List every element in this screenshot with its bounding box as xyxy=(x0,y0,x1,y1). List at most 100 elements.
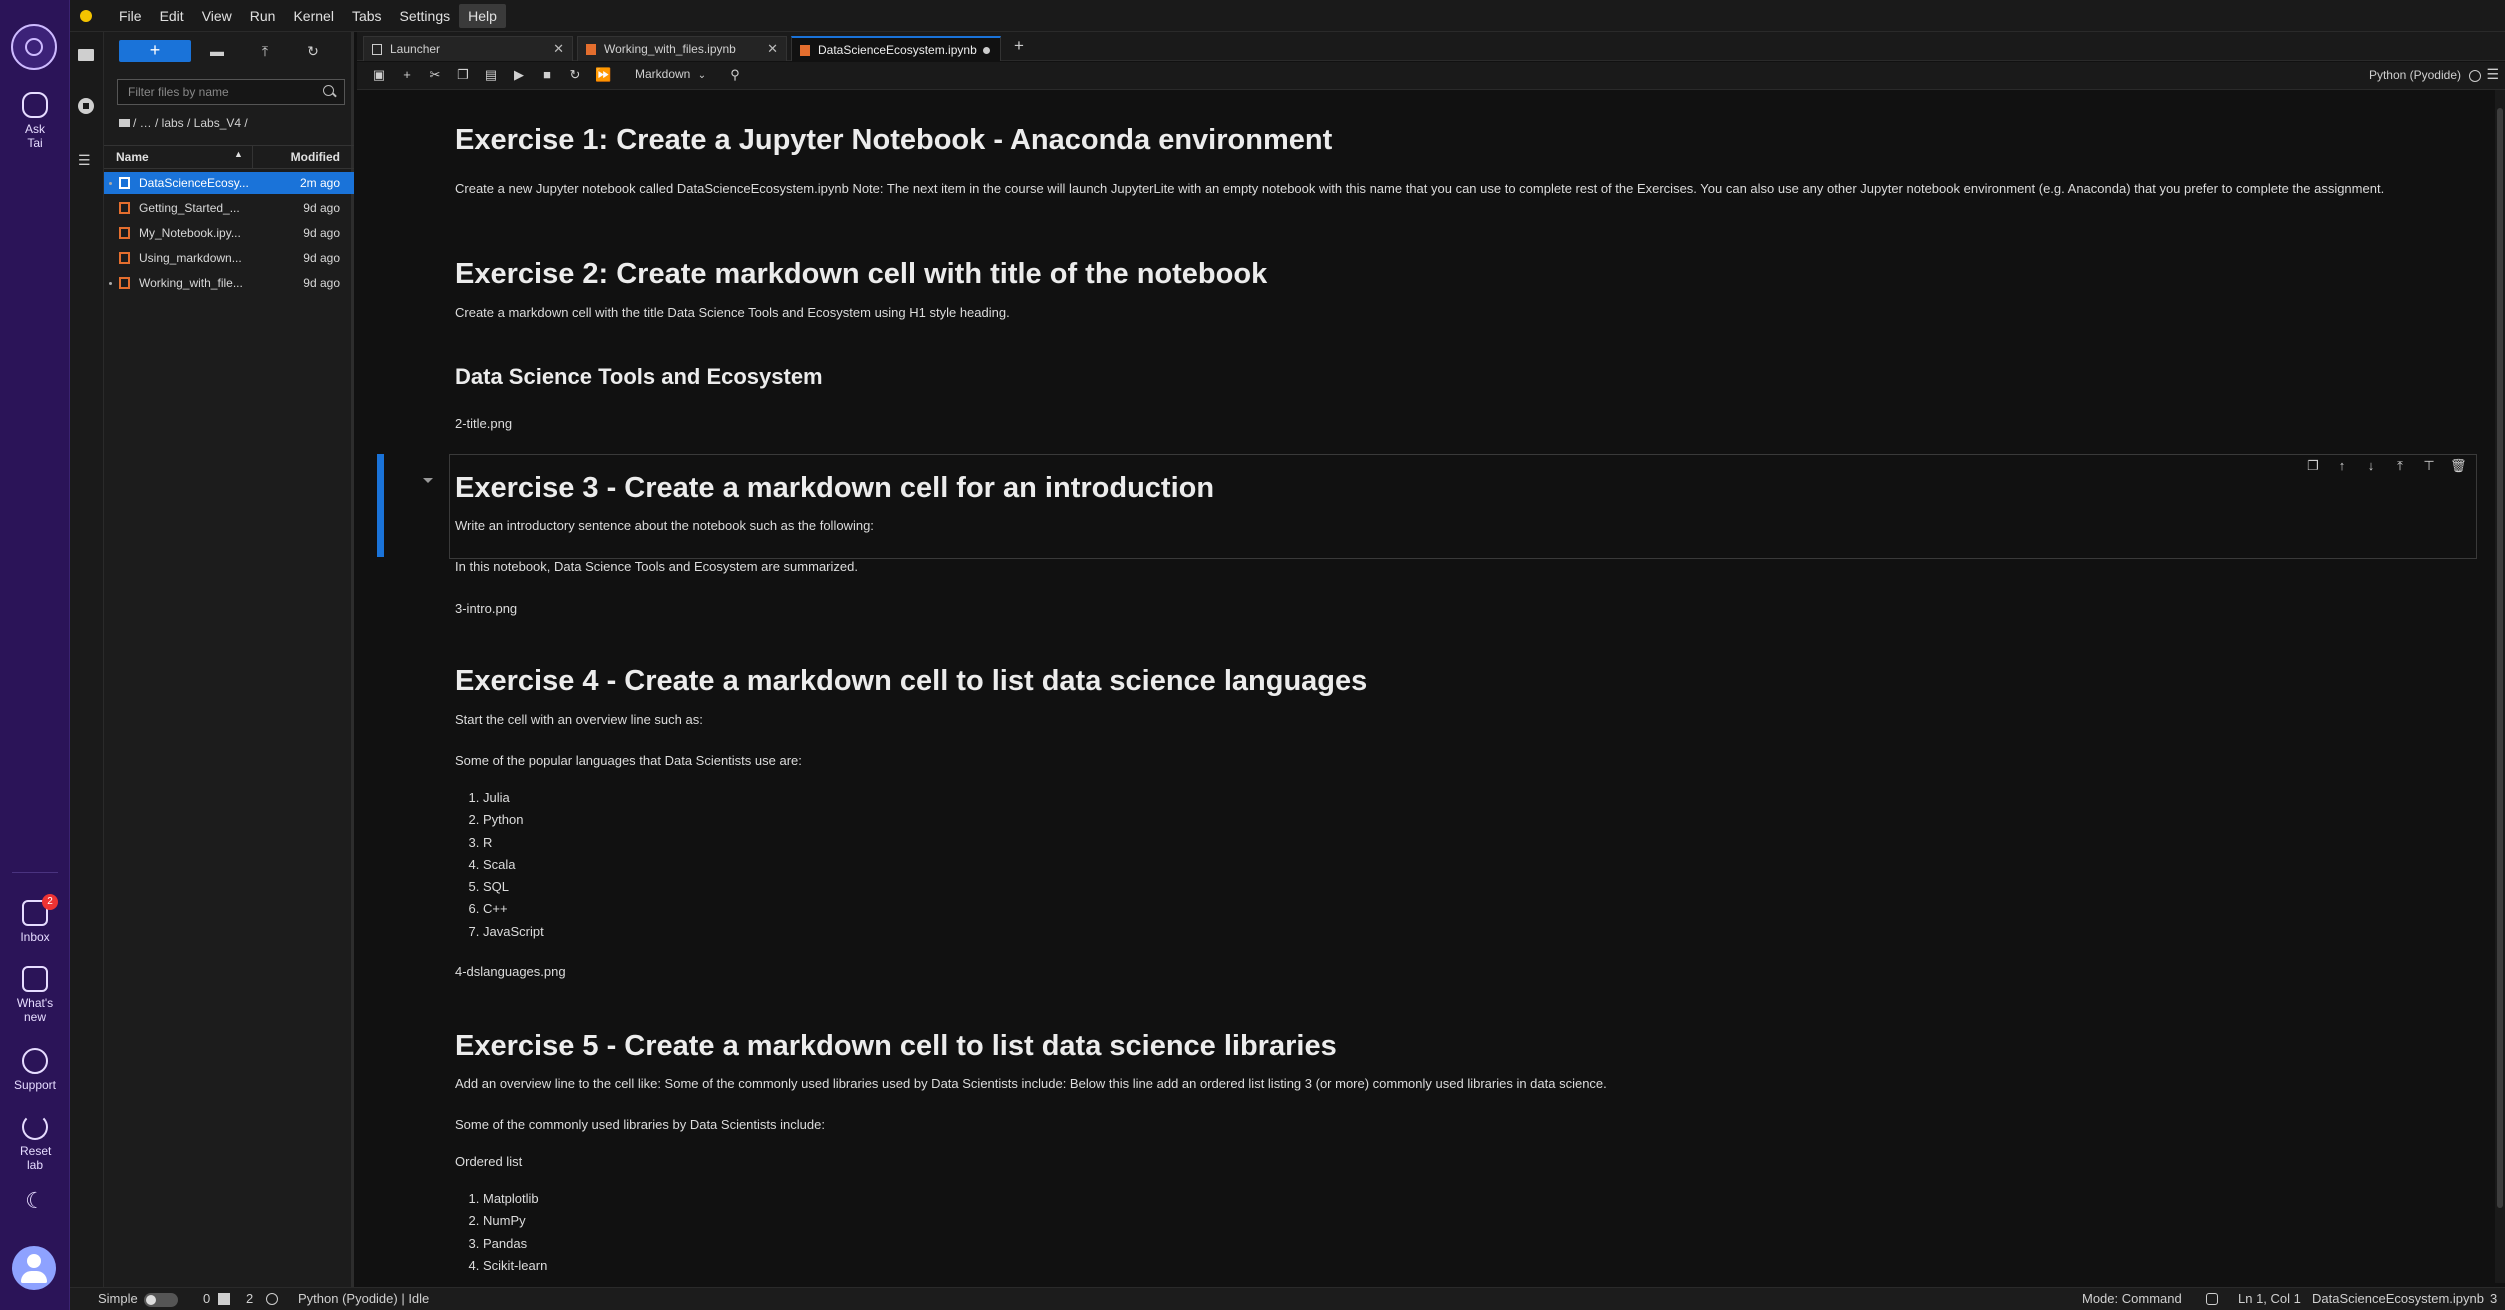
copy-icon[interactable]: ❐ xyxy=(455,67,471,83)
file-row[interactable]: DataScienceEcosy... 2m ago xyxy=(104,172,354,194)
moon-icon[interactable]: ☾ xyxy=(0,1190,70,1212)
upload-icon[interactable]: ⤒ xyxy=(254,40,276,62)
status-bar: Simple 0 2 Python (Pyodide) | Idle Mode:… xyxy=(70,1287,2505,1310)
file-row[interactable]: Getting_Started_... 9d ago xyxy=(104,197,354,219)
cell-type-select[interactable]: Markdown ⌄ xyxy=(635,67,706,81)
ex4-image-ref: 4-dslanguages.png xyxy=(455,964,566,979)
tab-label: DataScienceEcosystem.ipynb xyxy=(818,43,977,57)
column-divider xyxy=(252,146,253,168)
column-name[interactable]: Name xyxy=(116,150,149,164)
notebook-icon xyxy=(119,202,130,214)
unsaved-indicator-icon[interactable] xyxy=(983,47,990,54)
ex1-text: Create a new Jupyter notebook called Dat… xyxy=(455,181,2385,196)
run-icon[interactable]: ▶ xyxy=(511,67,527,83)
tab-datascience-ecosystem[interactable]: DataScienceEcosystem.ipynb xyxy=(791,36,1001,61)
menu-settings[interactable]: Settings xyxy=(391,4,460,28)
notebook-panel[interactable]: Exercise 1: Create a Jupyter Notebook - … xyxy=(357,90,2495,1283)
ex4-language-list: Julia Python R Scala SQL C++ JavaScript xyxy=(455,787,2475,943)
notification-count[interactable]: 3 xyxy=(2490,1288,2497,1310)
menu-view[interactable]: View xyxy=(193,4,241,28)
kernel-name[interactable]: Python (Pyodide) xyxy=(2369,68,2461,82)
file-row[interactable]: Working_with_file... 9d ago xyxy=(104,272,354,294)
reset-lab-button[interactable]: Reset lab xyxy=(0,1114,70,1172)
save-icon[interactable]: ▣ xyxy=(371,67,387,83)
ex4-line: Some of the popular languages that Data … xyxy=(455,753,802,768)
paste-icon[interactable]: ▤ xyxy=(483,67,499,83)
menu-file[interactable]: File xyxy=(110,4,151,28)
cell-type-value: Markdown xyxy=(635,67,691,81)
file-row[interactable]: My_Notebook.ipy... 9d ago xyxy=(104,222,354,244)
insert-cell-icon[interactable]: + xyxy=(399,67,415,83)
inbox-button[interactable]: 2 Inbox xyxy=(0,894,70,944)
terminal-count[interactable]: 0 xyxy=(203,1288,210,1310)
notebook-icon xyxy=(119,227,130,239)
menu-kernel[interactable]: Kernel xyxy=(284,4,342,28)
file-modified: 9d ago xyxy=(303,276,340,290)
ex2-text: Create a markdown cell with the title Da… xyxy=(455,305,1010,320)
cursor-position[interactable]: Ln 1, Col 1 xyxy=(2238,1288,2301,1310)
folder-icon[interactable] xyxy=(78,46,96,62)
pin-icon[interactable]: ⚲ xyxy=(727,67,743,83)
ex4-heading: Exercise 4 - Create a markdown cell to l… xyxy=(455,665,1368,697)
cut-icon[interactable]: ✂ xyxy=(427,67,443,83)
running-indicator xyxy=(109,182,112,185)
close-icon[interactable]: ✕ xyxy=(767,37,778,61)
menu-edit[interactable]: Edit xyxy=(151,4,193,28)
notebook-icon xyxy=(800,45,810,56)
restart-icon[interactable]: ↻ xyxy=(567,67,583,83)
kernel-count[interactable]: 2 xyxy=(246,1288,253,1310)
file-row[interactable]: Using_markdown... 9d ago xyxy=(104,247,354,269)
tab-working-with-files[interactable]: Working_with_files.ipynb ✕ xyxy=(577,36,787,61)
ex5-heading: Exercise 5 - Create a markdown cell to l… xyxy=(455,1030,1337,1062)
stop-icon[interactable]: ■ xyxy=(539,67,555,83)
support-button[interactable]: Support xyxy=(0,1048,70,1092)
close-icon[interactable]: ✕ xyxy=(553,37,564,61)
notebook-icon xyxy=(586,44,596,55)
kernel-status-text[interactable]: Python (Pyodide) | Idle xyxy=(298,1288,429,1310)
notebook-icon xyxy=(119,177,130,189)
new-launcher-button[interactable]: + xyxy=(119,40,191,62)
shield-icon[interactable] xyxy=(2206,1293,2218,1305)
menu-run[interactable]: Run xyxy=(241,4,285,28)
tab-bar: Launcher ✕ Working_with_files.ipynb ✕ Da… xyxy=(357,32,2505,61)
file-modified: 9d ago xyxy=(303,201,340,215)
menu-help[interactable]: Help xyxy=(459,3,506,28)
simple-mode-toggle[interactable] xyxy=(144,1293,178,1307)
whats-new-button[interactable]: What's new xyxy=(0,966,70,1024)
filter-placeholder: Filter files by name xyxy=(128,85,229,99)
whats-new-label: What's new xyxy=(16,996,54,1024)
jupyter-logo-icon xyxy=(80,9,92,22)
scroll-thumb[interactable] xyxy=(2497,108,2503,1208)
notebook-scrollbar[interactable] xyxy=(2495,90,2505,1283)
tab-launcher[interactable]: Launcher ✕ xyxy=(363,36,573,61)
file-name: Using_markdown... xyxy=(139,251,242,265)
tab-label: Launcher xyxy=(390,42,441,56)
file-modified: 9d ago xyxy=(303,251,340,265)
run-all-icon[interactable]: ⏩ xyxy=(595,67,611,83)
toc-icon[interactable]: ☰ xyxy=(78,152,96,168)
collapse-icon[interactable] xyxy=(423,478,433,483)
app-logo[interactable] xyxy=(11,24,57,70)
file-modified: 2m ago xyxy=(299,176,340,190)
list-item: Scikit-learn xyxy=(483,1255,2475,1277)
menu-icon[interactable]: ☰ xyxy=(2486,66,2499,83)
ex3-text: Write an introductory sentence about the… xyxy=(455,518,874,533)
mode-indicator: Mode: Command xyxy=(2082,1291,2182,1306)
new-folder-icon[interactable]: ▬ xyxy=(206,40,228,62)
file-name: DataScienceEcosy... xyxy=(139,176,249,190)
chat-icon xyxy=(22,92,48,118)
left-rail: Ask Tai 2 Inbox What's new Support Reset… xyxy=(0,0,70,1310)
column-modified[interactable]: Modified xyxy=(291,150,340,164)
ask-tai-button[interactable]: Ask Tai xyxy=(0,92,70,150)
inbox-badge: 2 xyxy=(42,894,58,910)
activity-bar: ☰ xyxy=(70,32,104,1287)
current-file: DataScienceEcosystem.ipynb xyxy=(2312,1291,2484,1306)
running-icon[interactable] xyxy=(78,98,96,114)
menu-tabs[interactable]: Tabs xyxy=(343,4,391,28)
avatar[interactable] xyxy=(12,1246,56,1290)
refresh-icon[interactable]: ↻ xyxy=(302,40,324,62)
filter-input[interactable]: Filter files by name xyxy=(117,79,345,105)
add-tab-icon[interactable]: + xyxy=(1009,37,1029,57)
notebook-toolbar: ▣ + ✂ ❐ ▤ ▶ ■ ↻ ⏩ Markdown ⌄ ⚲ Python (P… xyxy=(357,62,2505,90)
breadcrumb[interactable]: / … / labs / Labs_V4 / xyxy=(119,116,248,130)
